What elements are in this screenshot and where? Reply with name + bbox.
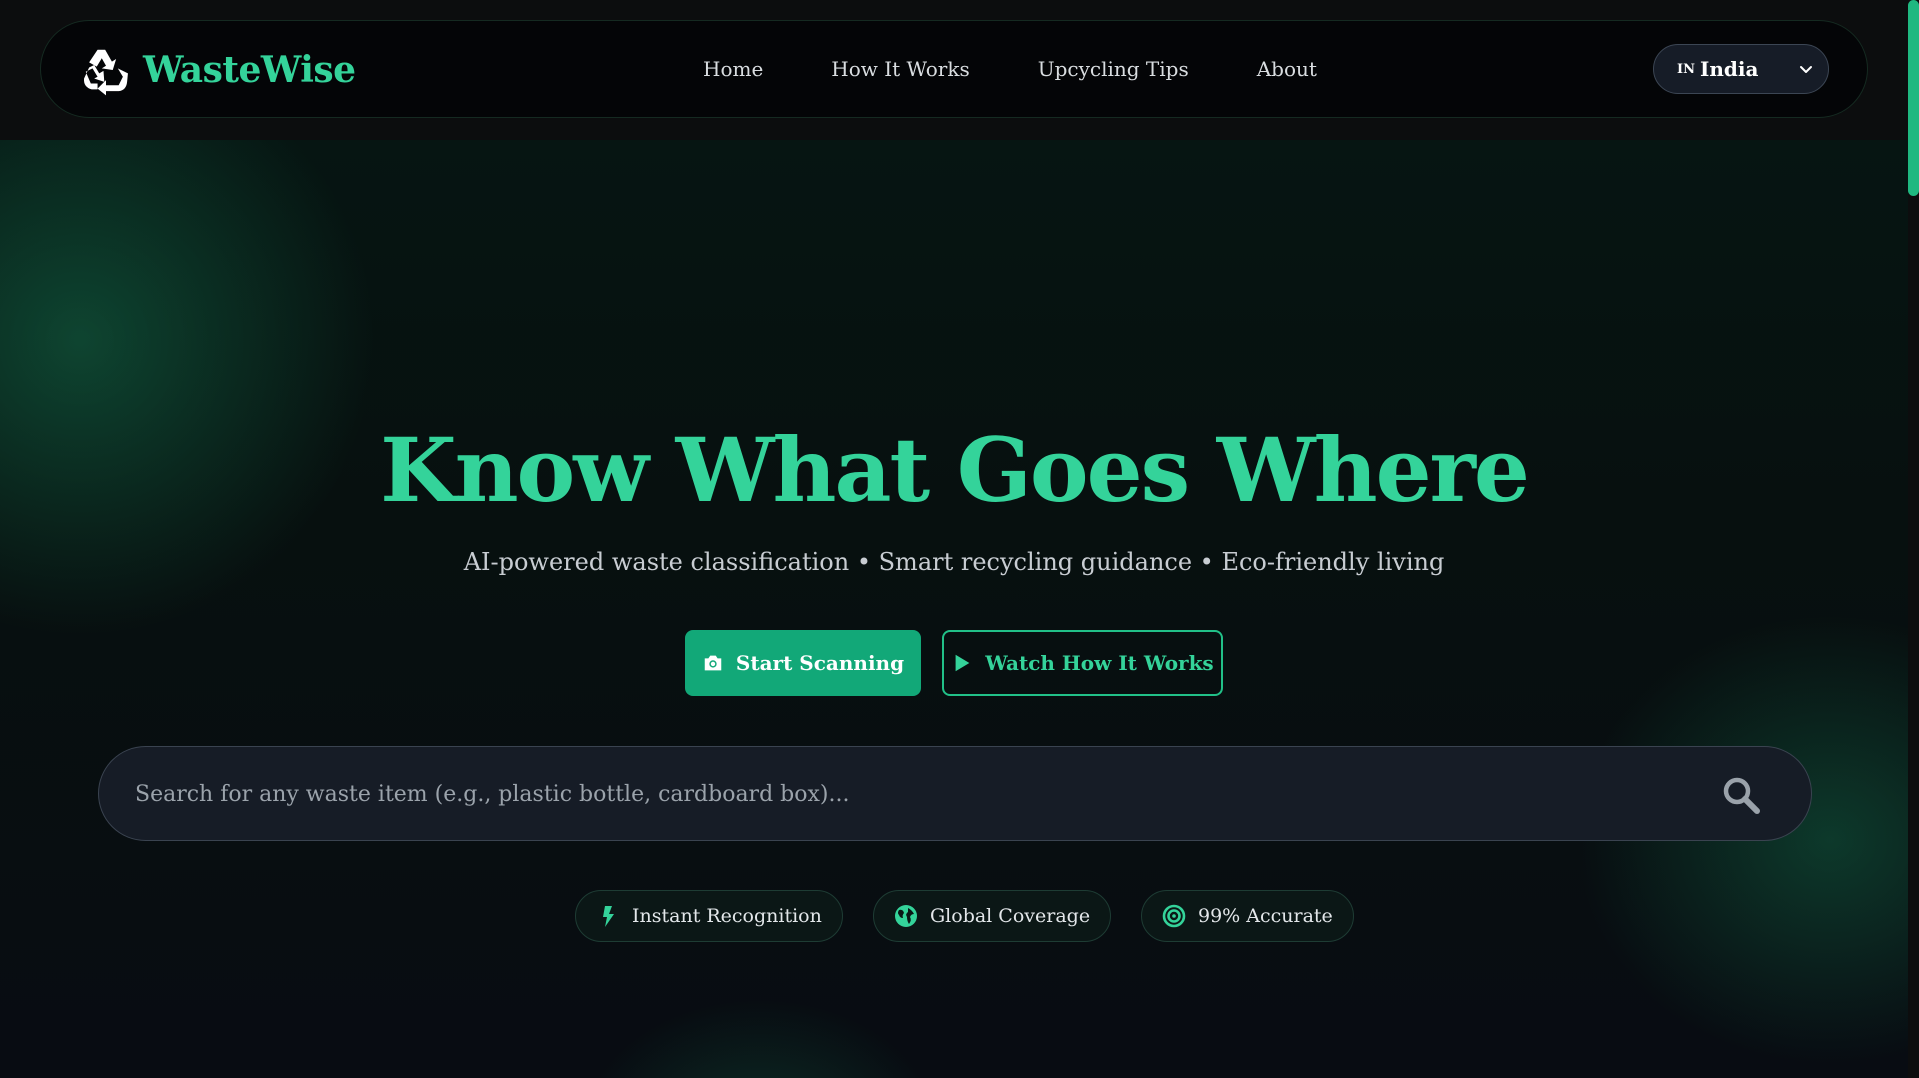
- feature-label: Instant Recognition: [632, 905, 822, 927]
- country-select[interactable]: IN India: [1653, 44, 1829, 94]
- globe-icon: [895, 905, 917, 927]
- feature-badge-accuracy: 99% Accurate: [1141, 890, 1354, 942]
- brand-logo[interactable]: WasteWise: [79, 43, 356, 97]
- bolt-icon: [603, 906, 614, 927]
- scrollbar[interactable]: [1908, 0, 1919, 1078]
- play-icon: [955, 654, 970, 672]
- start-scanning-label: Start Scanning: [735, 651, 905, 675]
- brand-name: WasteWise: [143, 49, 356, 91]
- scrollbar-thumb[interactable]: [1908, 0, 1919, 196]
- watch-how-it-works-button[interactable]: Watch How It Works: [942, 630, 1223, 696]
- nav-upcycling-tips[interactable]: Upcycling Tips: [1038, 57, 1189, 81]
- feature-label: 99% Accurate: [1198, 905, 1333, 927]
- nav-about[interactable]: About: [1257, 57, 1317, 81]
- target-icon: [1162, 904, 1186, 928]
- feature-badge-global-coverage: Global Coverage: [873, 890, 1112, 942]
- country-name: India: [1699, 57, 1759, 81]
- search-input[interactable]: [133, 747, 1697, 842]
- watch-how-it-works-label: Watch How It Works: [985, 651, 1214, 675]
- nav-links: Home How It Works Upcycling Tips About: [703, 57, 1317, 81]
- hero-subtitle: AI-powered waste classification • Smart …: [463, 548, 1445, 576]
- navbar: WasteWise Home How It Works Upcycling Ti…: [40, 20, 1868, 118]
- search-bar: [98, 746, 1812, 842]
- country-flag-code: IN: [1677, 61, 1695, 77]
- feature-label: Global Coverage: [930, 905, 1091, 927]
- camera-icon: [704, 655, 722, 671]
- search-icon[interactable]: [1721, 775, 1761, 815]
- start-scanning-button[interactable]: Start Scanning: [685, 630, 921, 696]
- recycle-icon: [83, 49, 128, 96]
- nav-how-it-works[interactable]: How It Works: [831, 57, 969, 81]
- hero-headline: Know What Goes Where: [380, 418, 1530, 522]
- nav-home[interactable]: Home: [703, 57, 763, 81]
- chevron-down-icon: [1800, 66, 1812, 73]
- feature-badge-instant-recognition: Instant Recognition: [575, 890, 843, 942]
